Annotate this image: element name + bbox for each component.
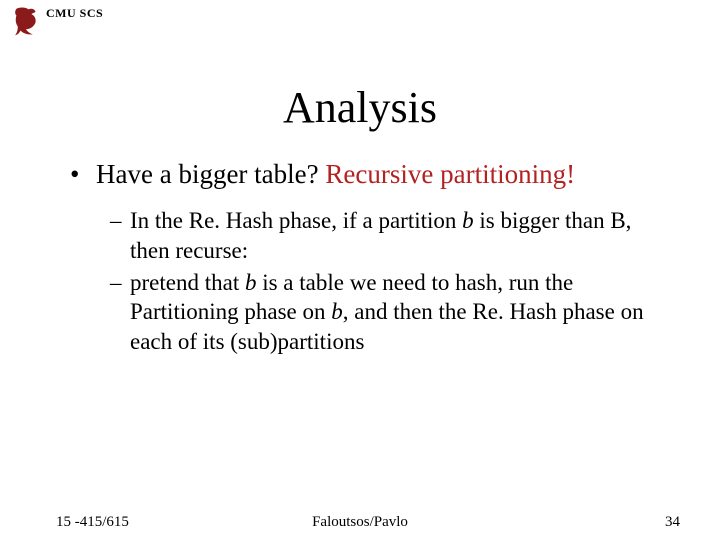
sub-bullet-list: In the Re. Hash phase, if a partition b … (70, 206, 660, 357)
sub2-p1: pretend that (130, 270, 245, 295)
header: CMU SCS (12, 6, 103, 36)
sub2-i2: b (331, 299, 343, 324)
bullet-main: Have a bigger table? Recursive partition… (70, 158, 660, 192)
header-org: CMU SCS (46, 6, 103, 21)
griffin-logo-icon (12, 6, 40, 36)
slide-title: Analysis (0, 82, 720, 133)
sub-bullet-1: In the Re. Hash phase, if a partition b … (110, 206, 660, 266)
sub1-i1: b (462, 208, 474, 233)
bullet-main-lead: Have a bigger table? (96, 159, 325, 189)
sub1-p1: In the Re. Hash phase, if a partition (130, 208, 462, 233)
slide-body: Have a bigger table? Recursive partition… (70, 158, 660, 359)
footer-page-number: 34 (665, 514, 680, 531)
sub-bullet-2: pretend that b is a table we need to has… (110, 268, 660, 358)
slide: CMU SCS Analysis Have a bigger table? Re… (0, 0, 720, 540)
footer-authors: Faloutsos/Pavlo (0, 514, 720, 531)
bullet-main-highlight: Recursive partitioning! (325, 159, 575, 189)
sub2-i1: b (245, 270, 257, 295)
